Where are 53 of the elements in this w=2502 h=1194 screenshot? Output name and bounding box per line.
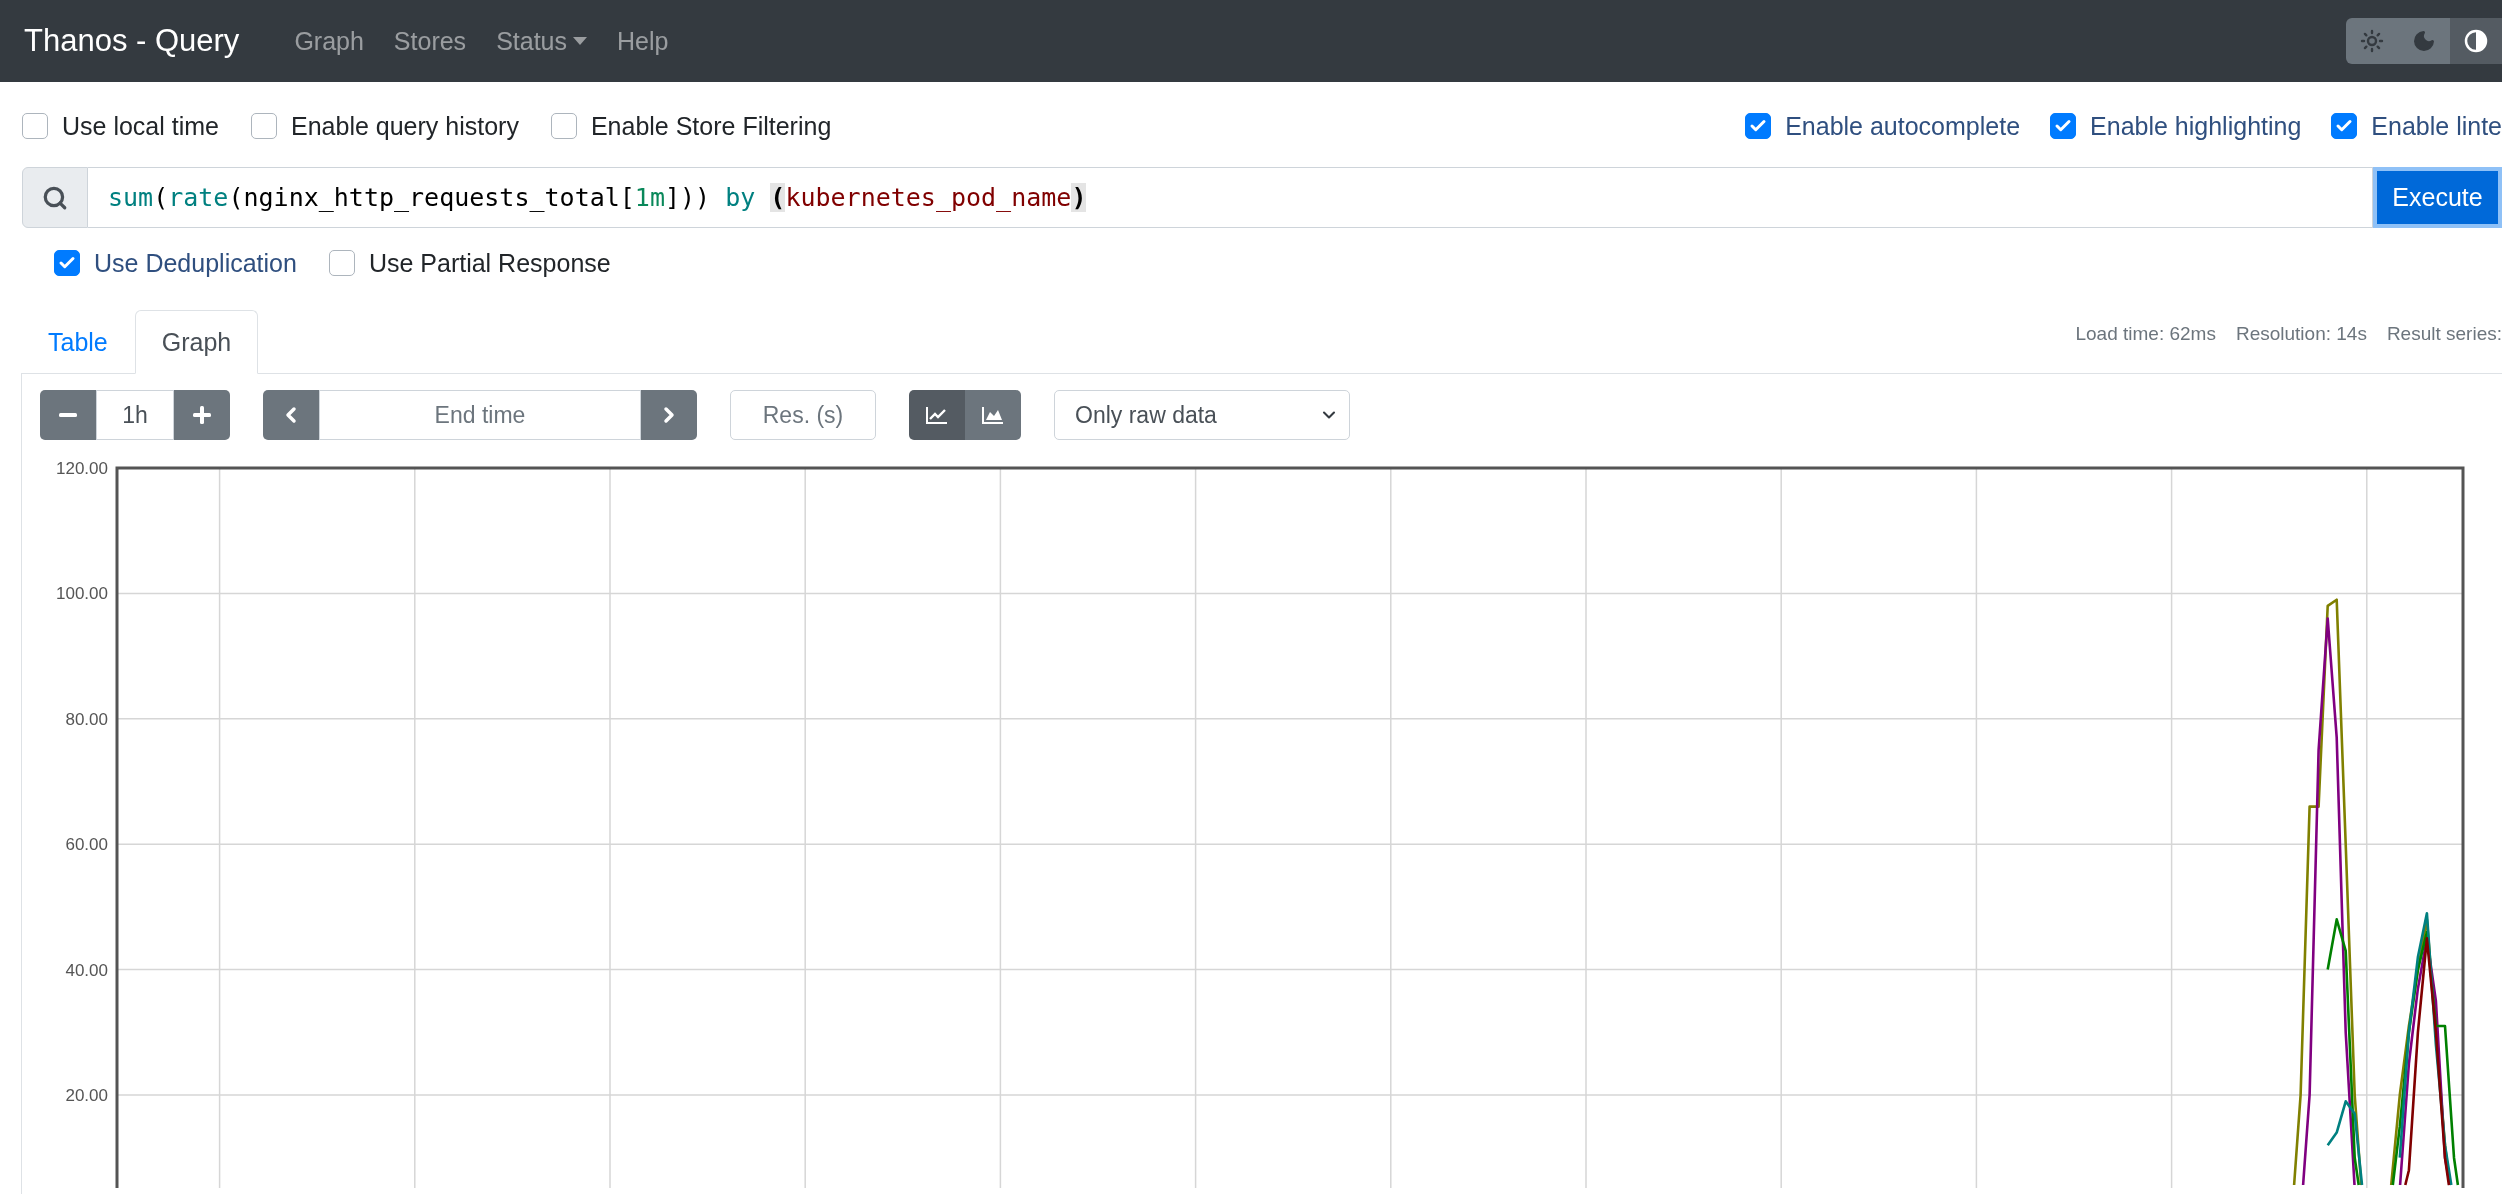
moon-icon [2412,29,2436,53]
axis-tick-label: 100.00 [56,584,108,604]
app-title[interactable]: Thanos - Query [24,23,240,59]
decrease-range-button[interactable] [40,390,96,440]
checkbox-label: Enable linte [2371,111,2502,141]
stat-text: Resolution: 14s [2235,323,2367,345]
checkbox-label: Use local time [62,111,219,141]
checkbox[interactable] [2050,113,2077,139]
axis-tick-label: 80.00 [65,709,108,729]
chart-mode-button[interactable] [909,390,965,440]
query-input[interactable]: sum(rate(nginx_http_requests_total[1m])) by (kubernetes_pod_name) [88,167,2373,228]
axis-tick-label: 120.00 [56,459,108,478]
checkbox-option[interactable]: Use local time [22,111,219,141]
axis-tick-label: 40.00 [65,960,108,980]
checkbox[interactable] [2331,113,2358,139]
execute-button[interactable]: Execute [2373,167,2502,228]
checkbox[interactable] [251,113,277,139]
data-mode-select[interactable]: Only raw data [1054,390,1350,440]
increase-range-button[interactable] [174,390,230,440]
checkbox-option[interactable]: Use Deduplication [54,248,297,278]
end-time-input[interactable]: End time [319,390,641,440]
search-icon [42,184,68,211]
checkbox[interactable] [54,250,80,276]
resolution-input[interactable]: Res. (s) [730,390,876,440]
axis-tick-label: 20.00 [65,1086,108,1105]
minus-icon [59,413,77,417]
checkbox[interactable] [22,113,48,139]
line-chart-icon [926,406,948,424]
previous-button[interactable] [263,390,319,440]
sun-icon [2360,29,2384,53]
checkbox-option[interactable]: Enable highlighting [2050,111,2302,141]
tab[interactable]: Table [21,310,135,374]
plus-icon [193,406,211,424]
checkbox[interactable] [328,250,355,276]
stat-text: Result series: [2386,323,2502,345]
checkbox-label: Enable highlighting [2090,111,2302,141]
nav-link[interactable]: Graph [279,26,379,56]
theme-button[interactable] [2450,18,2502,64]
next-button[interactable] [641,390,697,440]
checkbox[interactable] [550,113,577,139]
area-chart-icon [982,406,1004,424]
checkbox-label: Use Deduplication [94,248,297,278]
checkbox-option[interactable]: Enable linte [2331,111,2502,141]
range-input[interactable]: 1h [96,390,174,440]
chart-mode-button[interactable] [965,390,1021,440]
tab[interactable]: Graph [134,310,259,374]
checkbox[interactable] [1745,113,1772,139]
nav-link[interactable]: Stores [378,26,482,56]
stat-text: Load time: 62ms [2075,323,2216,345]
axis-tick-label: 60.00 [65,835,108,855]
nav-link[interactable]: Status [481,26,602,56]
nav-link[interactable]: Help [602,26,684,56]
half-circle-icon [2464,29,2488,53]
